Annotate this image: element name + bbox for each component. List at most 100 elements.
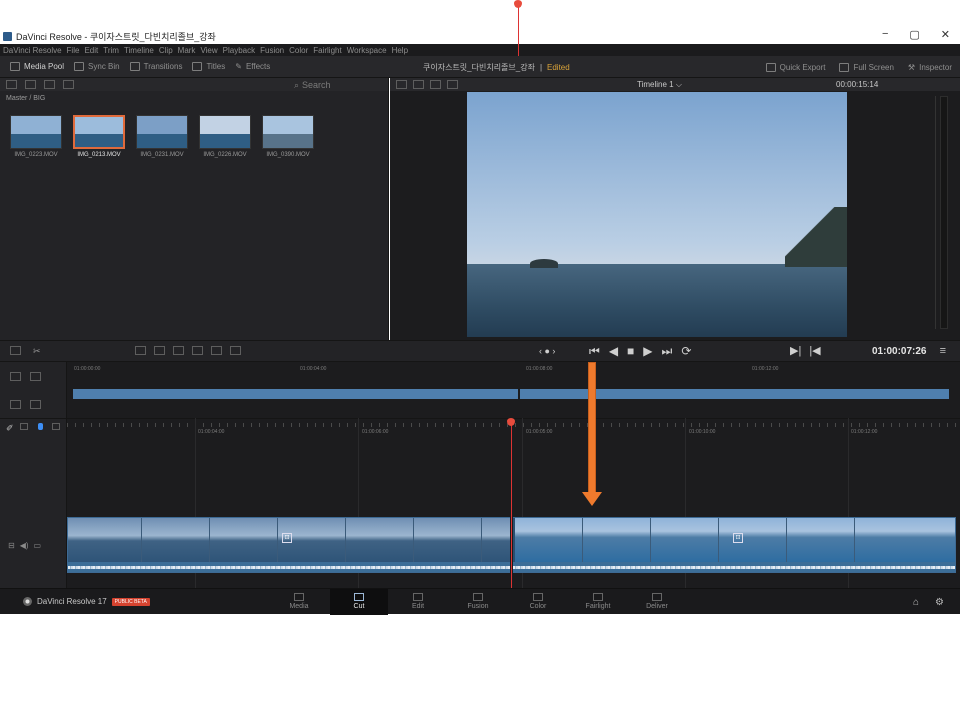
mark-out-icon[interactable]: |◀ [809, 344, 820, 357]
place-on-top-button[interactable] [211, 346, 222, 355]
ripple-overwrite-button[interactable] [173, 346, 184, 355]
append-button[interactable] [154, 346, 165, 355]
menu-view[interactable]: View [200, 46, 217, 55]
settings-gear-icon[interactable]: ⚙ [935, 597, 944, 608]
media-clip-selected[interactable]: IMG_0213.MOV [73, 115, 125, 158]
go-to-first-frame-icon[interactable]: ⏮ [589, 344, 600, 359]
smart-insert-icon[interactable] [10, 346, 21, 355]
tab-media[interactable]: Media [270, 589, 328, 615]
import-media-icon[interactable] [25, 80, 36, 89]
menu-edit[interactable]: Edit [84, 46, 98, 55]
zoom-fit-icon[interactable] [10, 400, 21, 409]
inspector-button[interactable]: ⚒ Inspector [908, 63, 952, 72]
effects-button[interactable]: ✎ Effects [235, 62, 270, 71]
home-icon[interactable]: ⌂ [913, 597, 919, 608]
video-preview[interactable] [467, 92, 847, 337]
import-folder-icon[interactable] [44, 80, 55, 89]
full-screen-label: Full Screen [853, 62, 894, 72]
track-options-icon[interactable] [52, 423, 60, 430]
link-icon[interactable] [63, 80, 74, 89]
zoom-custom-icon[interactable] [30, 400, 41, 409]
detail-playhead[interactable] [511, 420, 512, 588]
menu-fusion[interactable]: Fusion [260, 46, 284, 55]
overview-timeline[interactable]: 01:00:00:00 01:00:04:00 01:00:08:00 01:0… [0, 362, 960, 418]
razor-icon[interactable]: ✐ [6, 423, 14, 434]
menu-workspace[interactable]: Workspace [347, 46, 387, 55]
audio-track-icon[interactable] [30, 372, 41, 381]
viewer-timecode: 00:00:15:14 [836, 80, 879, 89]
source-clip-icon[interactable] [396, 80, 407, 89]
bin-path: Master / BIG [6, 95, 46, 102]
menu-davinci-resolve[interactable]: DaVinci Resolve [3, 46, 62, 55]
smart-insert-button[interactable] [135, 346, 146, 355]
menu-clip[interactable]: Clip [159, 46, 173, 55]
options-menu-icon[interactable]: ≡ [940, 345, 946, 357]
menu-timeline[interactable]: Timeline [124, 46, 154, 55]
cut-page-toolbar: Media Pool Sync Bin Transitions Titles ✎… [0, 56, 960, 78]
clip-thumbnail [73, 115, 125, 149]
menu-fairlight[interactable]: Fairlight [313, 46, 341, 55]
mark-in-icon[interactable]: ▶| [790, 344, 801, 357]
track-visibility-icon[interactable]: ▭ [34, 541, 42, 550]
play-reverse-icon[interactable]: ◀ [609, 344, 618, 359]
titles-label: Titles [206, 62, 226, 71]
safe-area-icon[interactable] [447, 80, 458, 89]
play-icon[interactable]: ▶ [643, 344, 652, 359]
source-overwrite-button[interactable] [230, 346, 241, 355]
full-screen-button[interactable]: Full Screen [839, 62, 894, 72]
tab-deliver[interactable]: Deliver [628, 589, 686, 615]
clip-fx-marker-icon[interactable]: ⊡ [282, 533, 292, 543]
menu-playback[interactable]: Playback [223, 46, 255, 55]
titles-button[interactable]: Titles [192, 62, 225, 71]
media-clip[interactable]: IMG_0390.MOV [262, 115, 314, 158]
stop-icon[interactable]: ■ [627, 344, 634, 359]
source-tape-icon[interactable] [413, 80, 424, 89]
audio-meter-bar [940, 96, 948, 329]
media-clip[interactable]: IMG_0223.MOV [10, 115, 62, 158]
tab-edit[interactable]: Edit [389, 589, 447, 615]
loop-icon[interactable]: ⟳ [681, 344, 691, 359]
clip-name: IMG_0226.MOV [203, 152, 247, 158]
media-clip[interactable]: IMG_0231.MOV [136, 115, 188, 158]
fairlight-page-icon [593, 593, 603, 601]
timeline-view-icon[interactable] [430, 80, 441, 89]
speaker-icon[interactable]: ◀) [20, 541, 29, 550]
sync-bin-button[interactable]: Sync Bin [74, 62, 120, 71]
bin-list-icon[interactable] [6, 80, 17, 89]
maximize-button[interactable]: ▢ [909, 28, 919, 41]
media-clip[interactable]: IMG_0226.MOV [199, 115, 251, 158]
menu-trim[interactable]: Trim [103, 46, 119, 55]
arrow-head [582, 492, 602, 506]
clip-fx-marker-icon[interactable]: ⊡ [733, 533, 743, 543]
close-up-button[interactable] [192, 346, 203, 355]
media-search[interactable]: ⌕ Search [294, 80, 331, 91]
tab-cut[interactable]: Cut [330, 589, 388, 615]
timeline-selector[interactable]: Timeline 1 ⌵ [637, 80, 682, 90]
clip-name: IMG_0390.MOV [266, 152, 310, 158]
clip-navigation[interactable]: ‹ ● › [539, 346, 555, 356]
tab-fusion[interactable]: Fusion [449, 589, 507, 615]
track-lock-icon[interactable]: ⊟ [8, 541, 15, 550]
clip-frame [787, 518, 855, 562]
media-pool-button[interactable]: Media Pool [10, 62, 64, 71]
snap-icon[interactable] [38, 423, 43, 430]
menu-file[interactable]: File [67, 46, 80, 55]
overview-clip-strip[interactable] [73, 389, 949, 399]
quick-export-button[interactable]: Quick Export [765, 62, 825, 72]
tab-fairlight[interactable]: Fairlight [569, 589, 627, 615]
close-button[interactable]: ✕ [941, 28, 950, 41]
menu-help[interactable]: Help [392, 46, 408, 55]
track-height-icon[interactable] [10, 372, 21, 381]
overview-playhead[interactable] [518, 2, 519, 56]
export-icon [765, 62, 776, 72]
scissors-icon[interactable]: ✂ [33, 346, 41, 357]
menu-mark[interactable]: Mark [178, 46, 196, 55]
tab-color[interactable]: Color [509, 589, 567, 615]
menu-color[interactable]: Color [289, 46, 308, 55]
audio-trim-icon[interactable] [20, 423, 28, 430]
go-to-last-frame-icon[interactable]: ⏭ [662, 344, 673, 359]
minimize-button[interactable]: − [882, 28, 888, 41]
clip-name: IMG_0231.MOV [140, 152, 184, 158]
transitions-button[interactable]: Transitions [129, 62, 182, 71]
overview-playhead-handle[interactable] [514, 0, 522, 8]
